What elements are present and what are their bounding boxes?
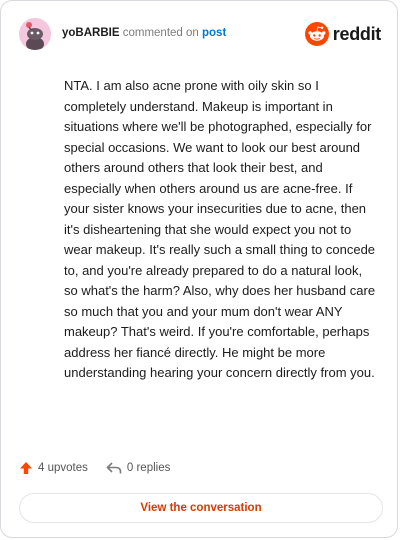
comment-meta: yoBARBIE commented on post [62,27,226,39]
upvote-count: 4 upvotes [38,462,88,474]
username[interactable]: yoBARBIE [62,27,120,39]
reply-count: 0 replies [126,462,171,474]
comment-actions: 4 upvotes 0 replies [19,458,188,478]
view-conversation-button[interactable]: View the conversation [19,493,383,523]
commented-on-text: commented on [122,27,199,39]
comment-body: NTA. I am also acne prone with oily skin… [64,78,376,380]
upvote-arrow-icon [20,462,32,474]
comment-header: yoBARBIE commented on post reddit [19,18,381,50]
reply-arrow-icon [106,462,122,474]
avatar[interactable] [19,18,51,50]
reddit-logo[interactable]: reddit [304,21,382,47]
reddit-wordmark: reddit [332,23,382,44]
upvote-button[interactable]: 4 upvotes [19,461,88,475]
post-link[interactable]: post [202,27,226,39]
reply-button[interactable]: 0 replies [106,461,170,475]
snoo-avatar-icon [19,18,51,50]
comment-card: yoBARBIE commented on post reddit NTA. I… [0,0,398,538]
reddit-snoo-icon [304,22,329,46]
